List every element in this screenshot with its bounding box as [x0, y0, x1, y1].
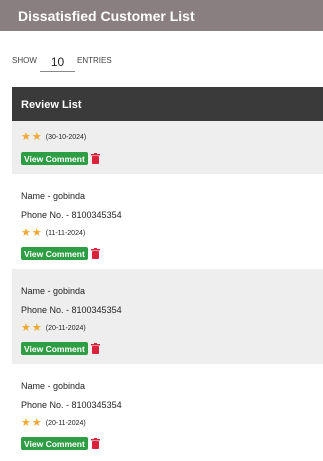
view-comment-button[interactable]: View Comment — [21, 152, 88, 165]
star-icon: ★ — [31, 227, 42, 239]
review-actions: View Comment — [21, 437, 100, 450]
trash-icon[interactable] — [90, 343, 100, 354]
review-card: Name - gobinda Phone No. - 8100345354 ★ … — [12, 269, 323, 364]
rating-stars: ★ ★ (20-11-2024) — [21, 323, 86, 334]
show-label: SHOW — [12, 56, 37, 65]
star-icon: ★ — [21, 131, 31, 143]
review-actions: View Comment — [21, 247, 100, 260]
customer-phone: Phone No. - 8100345354 — [21, 400, 122, 410]
entries-select[interactable]: 10 — [40, 52, 75, 72]
view-comment-button[interactable]: View Comment — [21, 342, 88, 355]
trash-icon[interactable] — [90, 438, 100, 449]
star-icon: ★ — [21, 417, 31, 429]
review-card: Name - gobinda Phone No. - 8100345354 ★ … — [12, 174, 323, 269]
view-comment-button[interactable]: View Comment — [21, 247, 88, 260]
rating-stars: ★ ★ (30-10-2024) — [21, 132, 86, 143]
page-title: Dissatisfied Customer List — [0, 0, 323, 31]
view-comment-button[interactable]: View Comment — [21, 437, 88, 450]
trash-icon[interactable] — [90, 248, 100, 259]
review-list-header: Review List — [12, 87, 323, 121]
customer-name: Name - gobinda — [21, 191, 86, 201]
trash-icon[interactable] — [90, 153, 100, 164]
review-card: ★ ★ (30-10-2024) View Comment — [12, 121, 323, 174]
rating-stars: ★ ★ (20-11-2024) — [21, 418, 86, 429]
review-actions: View Comment — [21, 342, 100, 355]
entries-label: ENTRIES — [77, 56, 112, 65]
review-date: (30-10-2024) — [45, 134, 87, 141]
review-date: (11-11-2024) — [45, 230, 86, 237]
star-icon: ★ — [31, 322, 42, 334]
review-actions: View Comment — [21, 152, 100, 165]
entries-control: SHOW 10 ENTRIES — [0, 52, 323, 74]
review-card: Name - gobinda Phone No. - 8100345354 ★ … — [12, 364, 323, 461]
review-date: (20-11-2024) — [45, 325, 86, 332]
rating-stars: ★ ★ (11-11-2024) — [21, 228, 85, 239]
star-icon: ★ — [31, 417, 42, 429]
customer-name: Name - gobinda — [21, 381, 86, 391]
star-icon: ★ — [31, 131, 42, 143]
star-icon: ★ — [21, 322, 31, 334]
customer-name: Name - gobinda — [21, 286, 86, 296]
review-date: (20-11-2024) — [45, 420, 86, 427]
customer-phone: Phone No. - 8100345354 — [21, 210, 122, 220]
customer-phone: Phone No. - 8100345354 — [21, 305, 122, 315]
star-icon: ★ — [21, 227, 31, 239]
